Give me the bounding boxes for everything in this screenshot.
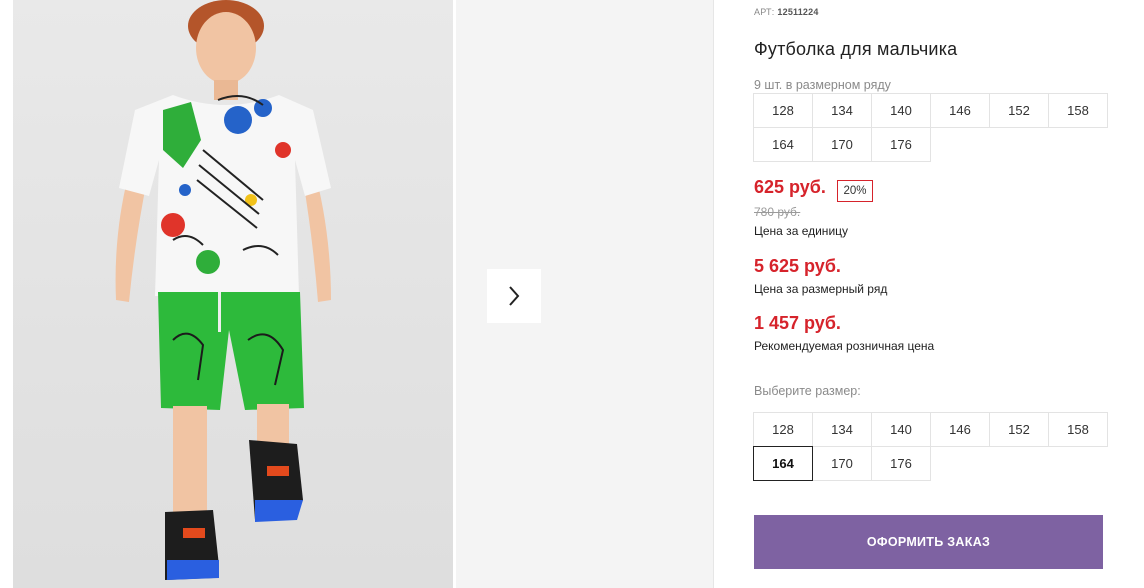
divider (713, 0, 714, 588)
size-selector: 128 134 140 146 152 158 164 170 176 (753, 412, 1110, 481)
article-value: 12511224 (777, 7, 819, 17)
boy-photo-illustration (115, 0, 331, 580)
product-title: Футболка для мальчика (754, 39, 958, 59)
product-gallery (0, 0, 714, 588)
size-option[interactable]: 146 (930, 412, 990, 447)
size-row-cell: 164 (753, 127, 813, 162)
size-option[interactable]: 176 (871, 446, 931, 481)
size-option[interactable]: 170 (812, 446, 872, 481)
size-row-cell: 140 (871, 93, 931, 128)
choose-size-label: Выберите размер: (754, 384, 861, 398)
discount-badge: 20% (837, 180, 873, 202)
size-option[interactable]: 134 (812, 412, 872, 447)
size-row-cell: 158 (1048, 93, 1108, 128)
size-row-grid: 128 134 140 146 152 158 164 170 176 (753, 93, 1110, 162)
old-price: 780 руб. (754, 205, 801, 219)
size-option[interactable]: 158 (1048, 412, 1108, 447)
article-label: АРТ: (754, 7, 775, 17)
retail-price: 1 457 руб. (754, 313, 841, 333)
size-row-cell: 176 (871, 127, 931, 162)
size-row-cell: 152 (989, 93, 1049, 128)
size-option-selected[interactable]: 164 (753, 446, 813, 481)
place-order-button[interactable]: ОФОРМИТЬ ЗАКАЗ (754, 515, 1103, 569)
size-row-count: 9 шт. в размерном ряду (754, 78, 891, 92)
chevron-right-icon (509, 286, 520, 306)
size-row-cell: 134 (812, 93, 872, 128)
size-option[interactable]: 152 (989, 412, 1049, 447)
size-option[interactable]: 140 (871, 412, 931, 447)
size-row-cell: 128 (753, 93, 813, 128)
article-number: АРТ: 12511224 (754, 7, 819, 17)
size-row-cell: 170 (812, 127, 872, 162)
row-price-label: Цена за размерный ряд (754, 282, 888, 296)
unit-price-label: Цена за единицу (754, 224, 849, 238)
size-row-cell: 146 (930, 93, 990, 128)
row-price: 5 625 руб. (754, 256, 841, 276)
product-photo[interactable] (13, 0, 453, 588)
next-image-button[interactable] (487, 269, 541, 323)
unit-price: 625 руб. (754, 177, 826, 197)
retail-price-label: Рекомендуемая розничная цена (754, 339, 935, 353)
size-option[interactable]: 128 (753, 412, 813, 447)
